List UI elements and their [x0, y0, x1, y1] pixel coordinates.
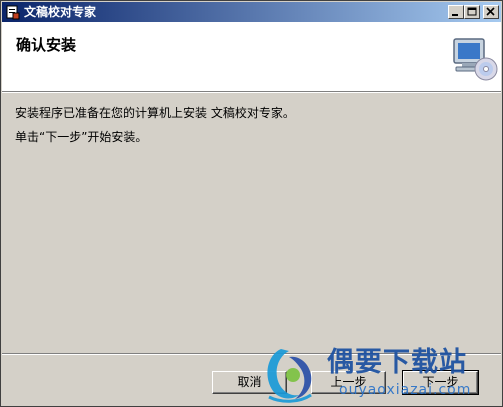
installer-window: 文稿校对专家 确认安装 安装程序已准备在您的计算机上安装 文稿校对专家。 单击“… — [0, 0, 503, 407]
watermark-url: ouyaoxiazai.com — [339, 382, 472, 398]
instruction-message: 单击“下一步”开始安装。 — [15, 130, 148, 144]
ready-message: 安装程序已准备在您的计算机上安装 文稿校对专家。 — [15, 106, 295, 120]
watermark: 偶要下载站 ouyaoxiazai.com — [259, 343, 499, 405]
title-bar[interactable]: 文稿校对专家 — [2, 2, 501, 22]
page-title: 确认安装 — [16, 36, 77, 54]
watermark-brand: 偶要下载站 — [327, 347, 467, 378]
wizard-header: 确认安装 — [2, 22, 501, 91]
minimize-icon — [452, 14, 458, 16]
watermark-logo-icon — [267, 349, 312, 403]
close-icon — [486, 7, 495, 16]
maximize-icon — [467, 7, 477, 16]
maximize-button[interactable] — [464, 5, 480, 19]
installer-app-icon — [6, 5, 20, 20]
computer-cd-icon — [453, 38, 498, 81]
minimize-button[interactable] — [448, 5, 464, 19]
close-button[interactable] — [483, 5, 499, 19]
window-title: 文稿校对专家 — [24, 5, 97, 19]
header-divider — [2, 91, 501, 93]
